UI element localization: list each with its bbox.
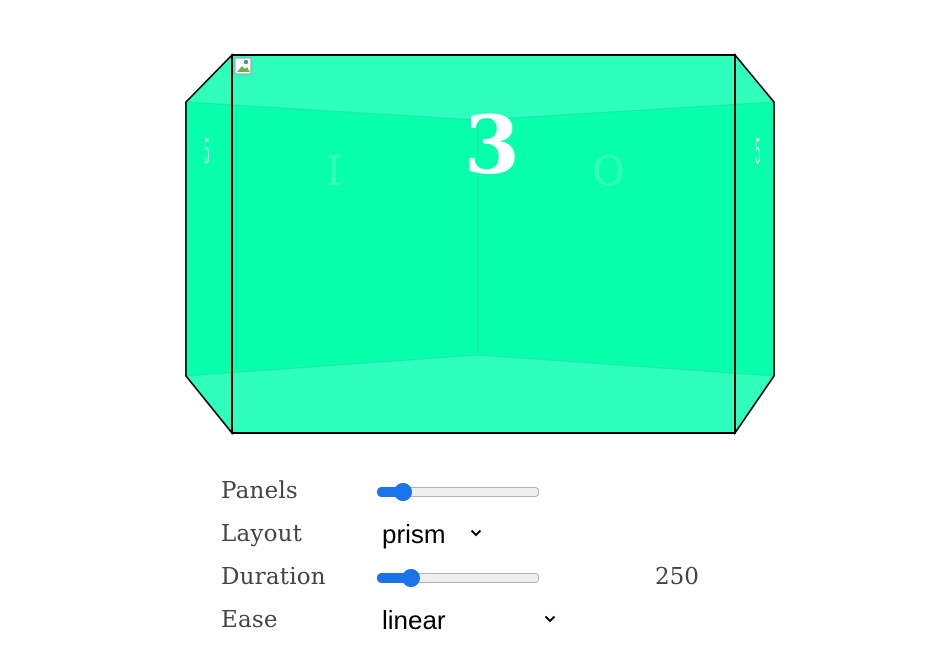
layout-select[interactable]: prism [382, 516, 482, 552]
prism-panels [185, 52, 775, 436]
slider-thumb[interactable] [402, 569, 420, 587]
ease-label: Ease [221, 607, 278, 633]
panels-label: Panels [221, 478, 298, 504]
ease-selected-value: linear [382, 605, 446, 635]
chevron-down-icon [470, 529, 482, 537]
duration-row: Duration 250 [221, 555, 721, 598]
chevron-down-icon [544, 615, 556, 623]
duration-label: Duration [221, 564, 326, 590]
duration-value: 250 [655, 564, 699, 590]
panels-row: Panels [221, 469, 721, 512]
duration-slider[interactable] [377, 569, 539, 587]
current-panel-number: 3 [464, 98, 520, 192]
layout-selected-value: prism [382, 519, 446, 549]
back-panel-label-right: O [592, 149, 625, 195]
slider-thumb[interactable] [394, 483, 412, 501]
carousel-viewer[interactable]: I O 5 5 3 [0, 0, 930, 460]
back-panel-label-left: I [326, 149, 342, 195]
layout-label: Layout [221, 521, 303, 547]
back-left-panel [186, 102, 478, 376]
side-panel-label-left: 5 [204, 132, 210, 172]
controls-panel: Panels Layout prism Duration 250 Ease li… [221, 469, 721, 641]
ease-row: Ease linear [221, 598, 721, 641]
ease-select[interactable]: linear [382, 602, 556, 638]
panels-slider[interactable] [377, 483, 539, 501]
broken-image-icon [234, 57, 254, 77]
side-panel-label-right: 5 [755, 132, 761, 172]
layout-row: Layout prism [221, 512, 721, 555]
